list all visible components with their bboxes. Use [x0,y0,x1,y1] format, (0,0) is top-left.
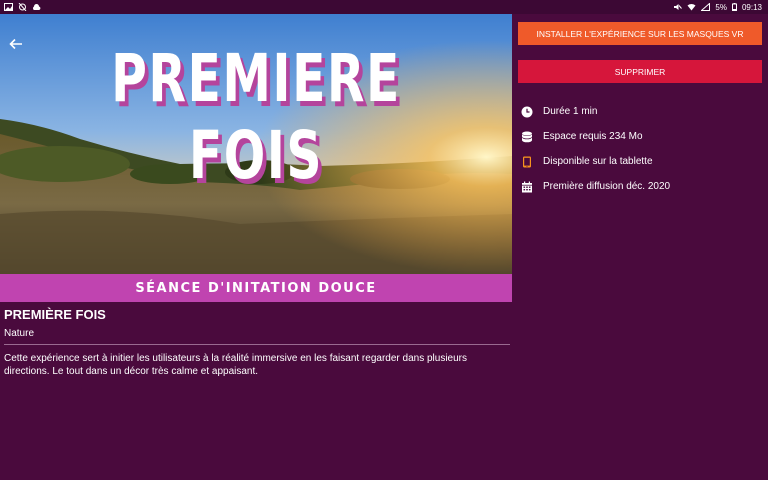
experience-title: PREMIÈRE FOIS [4,307,106,322]
database-icon [522,131,532,142]
gallery-icon [4,3,13,11]
status-bar: 5% 09:13 [0,0,768,14]
status-right-icons: 5% 09:13 [673,3,762,12]
signal-icon [701,3,711,11]
info-list: Durée 1 min Espace requis 234 Mo Disponi… [518,99,762,199]
hero-title: PREMIERE FOIS [111,40,401,194]
status-left-icons [4,3,41,11]
info-item-duration: Durée 1 min [518,99,762,124]
info-item-storage: Espace requis 234 Mo [518,124,762,149]
experience-category: Nature [4,328,510,345]
hero-image: PREMIERE FOIS [0,14,512,274]
install-on-vr-headsets-button[interactable]: INSTALLER L'EXPÉRIENCE SUR LES MASQUES V… [518,22,762,45]
info-item-release: Première diffusion déc. 2020 [518,174,762,199]
clock-icon [521,106,533,117]
delete-button[interactable]: SUPPRIMER [518,60,762,83]
cloud-icon [32,4,41,10]
tablet-icon [523,156,531,167]
experience-description: Cette expérience sert à initier les util… [4,353,467,377]
battery-percentage: 5% [715,2,727,12]
info-item-label: Première diffusion déc. 2020 [543,181,671,192]
clock-time: 09:13 [741,2,762,12]
info-item-availability: Disponible sur la tablette [518,149,762,174]
session-subtitle: SÉANCE D'INITATION DOUCE [0,274,512,302]
wifi-icon [687,3,696,11]
mute-icon [674,4,683,10]
calendar-icon [522,181,532,192]
actions-panel: INSTALLER L'EXPÉRIENCE SUR LES MASQUES V… [518,22,762,199]
back-arrow-icon[interactable] [8,36,24,52]
experience-details: PREMIÈRE FOIS Nature Cette expérience se… [4,307,510,378]
info-item-label: Durée 1 min [543,106,598,117]
sync-off-icon [18,3,27,11]
battery-icon [731,3,737,11]
info-item-label: Espace requis 234 Mo [543,131,643,142]
info-item-label: Disponible sur la tablette [543,156,653,167]
